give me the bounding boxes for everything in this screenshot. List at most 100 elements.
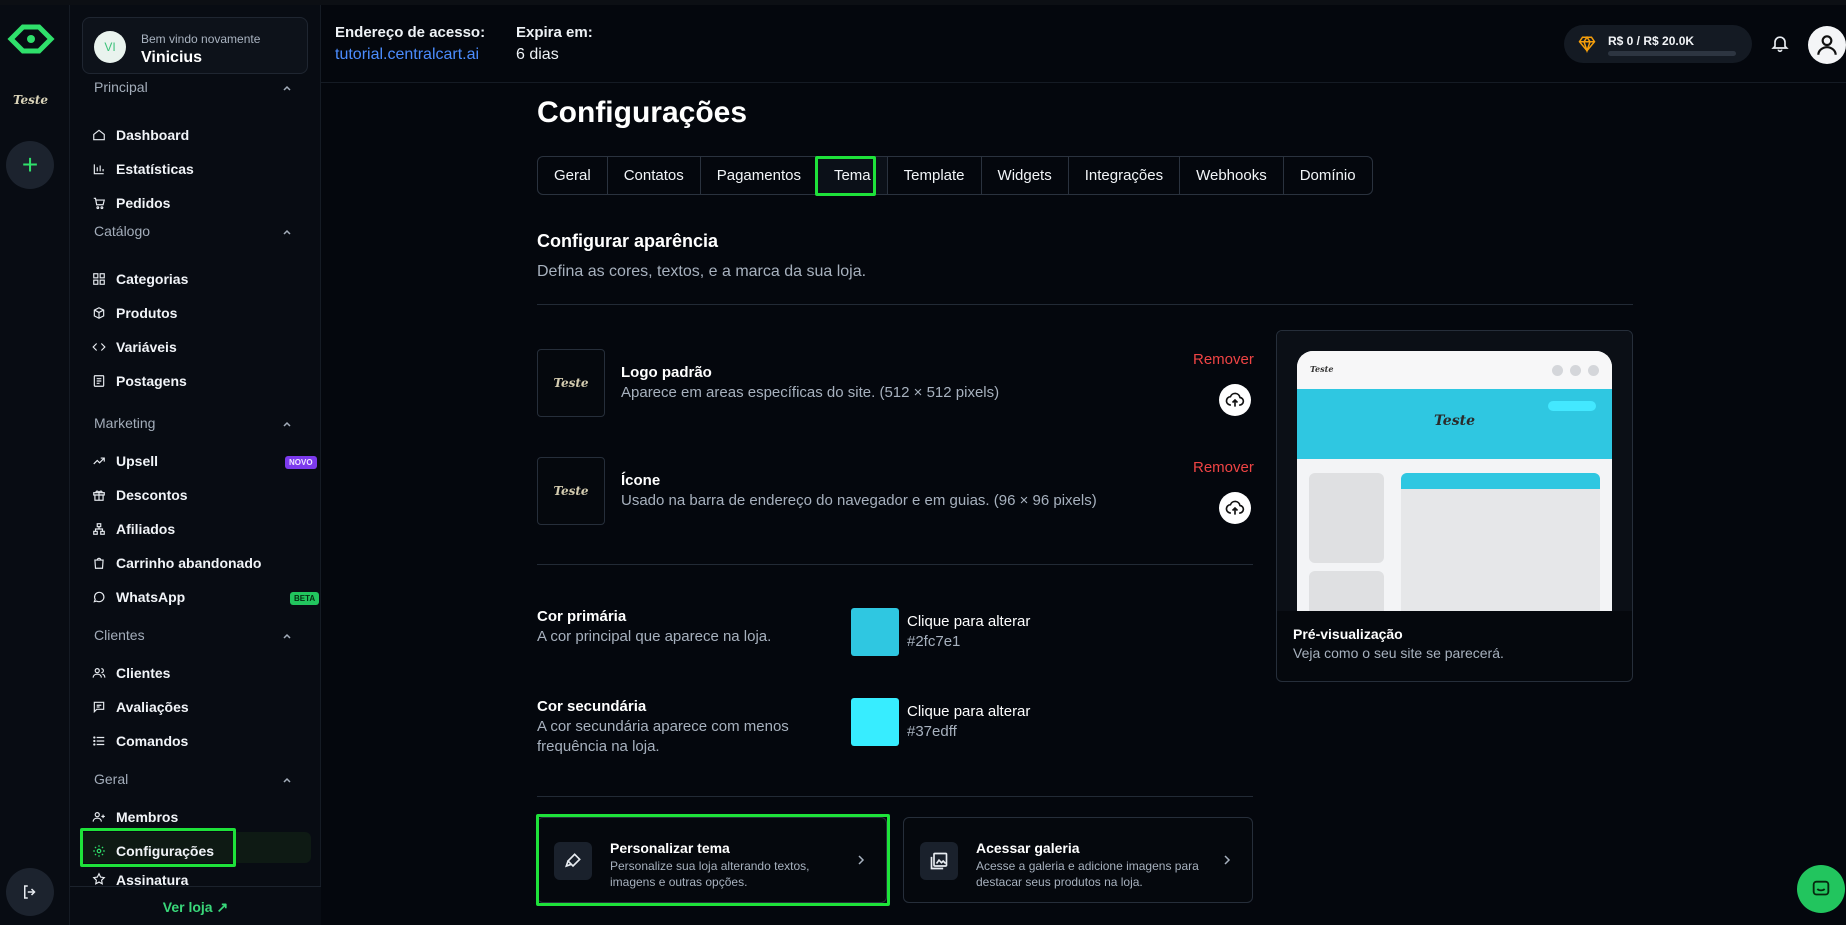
secondary-color-label: Cor secundária <box>537 698 647 715</box>
icon-remove-button[interactable]: Remover <box>1193 459 1254 476</box>
plan-usage[interactable]: R$ 0 / R$ 20.0K <box>1564 25 1752 63</box>
tab-dominio[interactable]: Domínio <box>1284 157 1372 194</box>
chat-icon <box>1812 880 1830 896</box>
grid-icon <box>93 273 105 285</box>
preview-browser: Teste Teste <box>1297 351 1612 611</box>
primary-color-label: Cor primária <box>537 608 627 625</box>
diamond-icon <box>1578 35 1596 53</box>
preview-sidebar-block <box>1309 571 1384 611</box>
section-principal[interactable]: Principal <box>94 79 148 95</box>
preview-hero: Teste <box>1297 389 1612 459</box>
users-icon <box>92 668 106 678</box>
sidebar-item-afiliados[interactable]: Afiliados <box>92 516 302 542</box>
user-plus-icon <box>92 812 105 822</box>
box-icon <box>93 307 105 319</box>
brand-logo-icon[interactable] <box>3 19 59 59</box>
sidebar-item-postagens[interactable]: Postagens <box>92 368 302 394</box>
primary-color-hex: #2fc7e1 <box>907 633 961 650</box>
home-icon <box>93 129 105 141</box>
cloud-upload-icon <box>1225 500 1245 515</box>
network-icon <box>93 523 105 535</box>
icon-title: Ícone <box>621 472 661 489</box>
add-store-button[interactable]: + <box>6 141 54 189</box>
chevron-up-icon[interactable] <box>282 419 292 429</box>
primary-color-action[interactable]: Clique para alterar <box>907 613 1030 630</box>
secondary-color-swatch[interactable] <box>851 698 899 746</box>
highlight-box-tema <box>815 156 876 196</box>
section-catalogo[interactable]: Catálogo <box>94 223 150 239</box>
sidebar-item-produtos[interactable]: Produtos <box>92 300 302 326</box>
sidebar-item-pedidos[interactable]: Pedidos <box>92 190 302 216</box>
sidebar-item-comandos[interactable]: Comandos <box>92 728 302 754</box>
sidebar-item-label: Upsell <box>116 453 159 469</box>
section-clientes[interactable]: Clientes <box>94 627 145 643</box>
user-card[interactable]: VI Bem vindo novamente Vinicius <box>82 17 308 74</box>
tab-widgets[interactable]: Widgets <box>982 157 1069 194</box>
secondary-color-action[interactable]: Clique para alterar <box>907 703 1030 720</box>
section-divider <box>537 304 1633 305</box>
tab-geral[interactable]: Geral <box>538 157 608 194</box>
message-square-icon <box>93 701 105 714</box>
sidebar-item-dashboard[interactable]: Dashboard <box>92 122 302 148</box>
logo-description: Aparece em areas específicas do site. (5… <box>621 384 1000 401</box>
primary-color-swatch[interactable] <box>851 608 899 656</box>
tab-webhooks[interactable]: Webhooks <box>1180 157 1284 194</box>
tab-contatos[interactable]: Contatos <box>608 157 701 194</box>
chevron-up-icon[interactable] <box>282 227 292 237</box>
sidebar-item-label: Pedidos <box>116 195 171 211</box>
section-geral[interactable]: Geral <box>94 771 128 787</box>
icon-preview: Teste <box>537 457 605 525</box>
chevron-up-icon[interactable] <box>282 631 292 641</box>
sidebar-item-variaveis[interactable]: Variáveis <box>92 334 302 360</box>
store-logo[interactable]: Teste <box>8 93 53 107</box>
site-preview: Teste Teste Pré-visualização Veja como o… <box>1276 330 1633 682</box>
chevron-up-icon[interactable] <box>282 83 292 93</box>
whatsapp-icon <box>93 591 105 603</box>
sidebar-item-clientes[interactable]: Clientes <box>92 660 302 686</box>
preview-dot <box>1552 365 1563 376</box>
gallery-card[interactable]: Acessar galeria Acesse a galeria e adici… <box>903 817 1253 903</box>
preview-sidebar-block <box>1309 473 1384 563</box>
section-marketing[interactable]: Marketing <box>94 415 155 431</box>
icon-upload-button[interactable] <box>1219 492 1251 524</box>
address-link[interactable]: tutorial.centralcart.ai <box>335 46 479 64</box>
chevron-right-icon <box>1224 855 1231 865</box>
chat-button[interactable] <box>1797 865 1845 913</box>
view-store-link[interactable]: Ver loja ↗ <box>70 899 321 916</box>
logout-button[interactable] <box>6 868 54 916</box>
sidebar-item-label: Membros <box>116 809 179 825</box>
sidebar-item-upsell[interactable]: Upsell NOVO <box>92 448 317 474</box>
sidebar-item-avaliacoes[interactable]: Avaliações <box>92 694 302 720</box>
tab-pagamentos[interactable]: Pagamentos <box>701 157 818 194</box>
sidebar-item-whatsapp[interactable]: WhatsApp BETA <box>92 584 320 610</box>
sidebar-item-descontos[interactable]: Descontos <box>92 482 302 508</box>
sidebar-item-estatisticas[interactable]: Estatísticas <box>92 156 302 182</box>
plan-usage-bar <box>1608 51 1736 56</box>
sidebar-item-assinatura[interactable]: Assinatura <box>92 872 302 886</box>
bell-icon[interactable] <box>1770 33 1790 53</box>
highlight-box-customize <box>536 814 890 906</box>
sidebar-item-categorias[interactable]: Categorias <box>92 266 302 292</box>
sidebar-item-carrinho-abandonado[interactable]: Carrinho abandonado <box>92 550 302 576</box>
sidebar-item-label: Produtos <box>116 305 178 321</box>
address-label: Endereço de acesso: <box>335 24 486 41</box>
chevron-up-icon[interactable] <box>282 775 292 785</box>
app-window: Teste + VI Bem vindo novamente Vinicius … <box>0 0 1846 925</box>
sidebar-item-label: Variáveis <box>116 339 177 355</box>
preview-title: Pré-visualização <box>1293 626 1403 642</box>
sidebar-item-label: Postagens <box>116 373 187 389</box>
tab-integracoes[interactable]: Integrações <box>1069 157 1181 194</box>
logo-upload-button[interactable] <box>1219 384 1251 416</box>
sidebar-item-membros[interactable]: Membros <box>92 804 302 830</box>
bar-chart-icon <box>93 164 104 175</box>
profile-button[interactable] <box>1808 26 1846 64</box>
sidebar-footer: Ver loja ↗ <box>70 886 321 925</box>
gallery-description: Acesse a galeria e adicione imagens para… <box>976 859 1199 889</box>
sidebar: VI Bem vindo novamente Vinicius Principa… <box>70 5 321 925</box>
tab-template[interactable]: Template <box>888 157 982 194</box>
cloud-upload-icon <box>1225 392 1245 407</box>
section-subtitle: Defina as cores, textos, e a marca da su… <box>537 263 867 280</box>
trending-up-icon <box>93 457 105 465</box>
logo-remove-button[interactable]: Remover <box>1193 351 1254 368</box>
icon-description: Usado na barra de endereço do navegador … <box>621 492 1097 509</box>
